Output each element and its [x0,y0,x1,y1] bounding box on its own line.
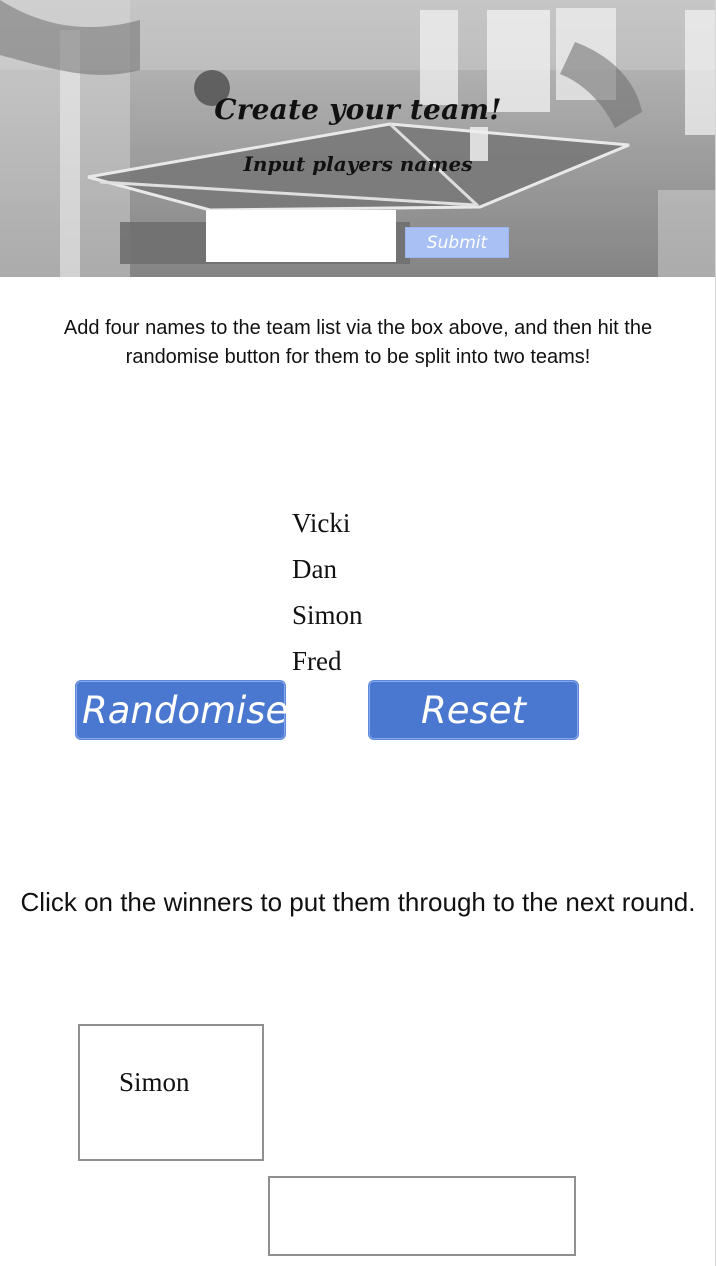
team-list-item: Vicki [292,508,351,538]
page-subtitle: Input players names [243,152,473,176]
bracket-match-box[interactable]: Simon [78,1024,264,1161]
reset-button[interactable]: Reset [368,680,579,740]
bracket-next-round-box [268,1176,576,1256]
submit-button[interactable]: Submit [405,227,509,258]
page-title: Create your team! [214,93,502,126]
team-list-item: Dan [292,554,337,584]
player-name-input[interactable] [206,210,396,262]
team-list-item: Simon [292,600,363,630]
round-instructions: Click on the winners to put them through… [20,887,696,917]
bracket-player-name: Simon [119,1067,190,1097]
hero-banner: Create your team! Input players names Su… [0,0,715,277]
randomise-button[interactable]: Randomise [75,680,288,740]
team-list: Vicki Dan Simon Fred [292,500,363,684]
instructions-text: Add four names to the team list via the … [63,317,653,368]
team-list-item: Fred [292,646,342,676]
page: Create your team! Input players names Su… [0,0,716,1266]
